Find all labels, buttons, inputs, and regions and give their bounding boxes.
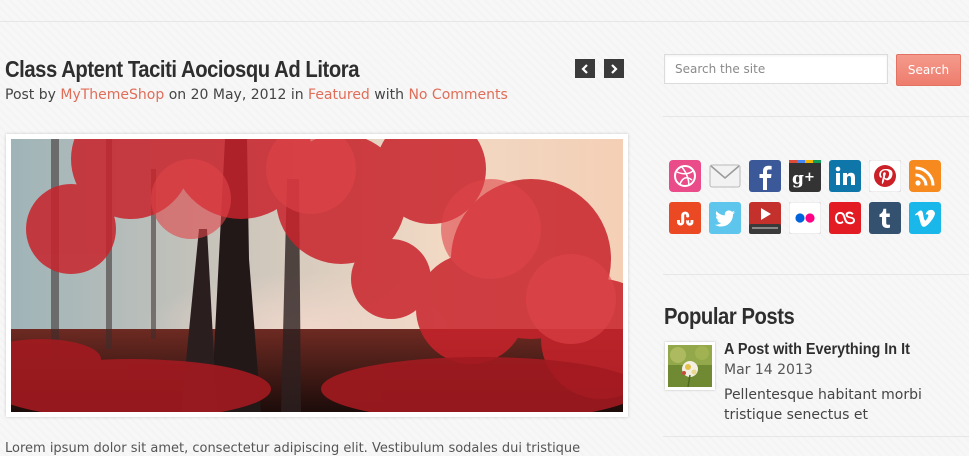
prev-post-button[interactable] — [575, 59, 595, 78]
next-post-button[interactable] — [604, 59, 624, 78]
popular-post-thumbnail[interactable] — [665, 342, 715, 390]
featured-image-frame — [6, 134, 628, 417]
post-meta: Post by MyThemeShop on 20 May, 2012 in F… — [5, 85, 628, 105]
linkedin-icon[interactable] — [829, 160, 861, 192]
popular-posts-heading: Popular Posts — [664, 303, 795, 329]
facebook-icon[interactable] — [749, 160, 781, 192]
popular-post-excerpt: Pellentesque habitant morbi tristique se… — [724, 387, 922, 423]
post-date: 20 May, 2012 — [190, 87, 287, 103]
comments-prefix: with — [374, 87, 404, 103]
popular-post-date: Mar 14 2013 — [724, 362, 813, 378]
tumblr-icon[interactable] — [869, 202, 901, 234]
popular-post-title[interactable]: A Post with Everything In It — [724, 341, 910, 359]
flickr-icon[interactable] — [789, 202, 821, 234]
search-input[interactable] — [664, 54, 888, 84]
pinterest-icon[interactable] — [869, 160, 901, 192]
category-link[interactable]: Featured — [308, 87, 370, 103]
search-button[interactable]: Search — [896, 54, 961, 86]
author-link[interactable]: MyThemeShop — [60, 87, 164, 103]
meta-prefix: Post by — [5, 87, 56, 103]
rss-icon[interactable] — [909, 160, 941, 192]
featured-image[interactable] — [11, 139, 623, 412]
post-body-excerpt: Lorem ipsum dolor sit amet, consectetur … — [5, 441, 581, 456]
sidebar-divider — [663, 436, 969, 437]
category-prefix: in — [290, 87, 304, 103]
youtube-icon[interactable] — [749, 202, 781, 234]
google-plus-icon[interactable]: g + — [789, 160, 821, 192]
vimeo-icon[interactable] — [909, 202, 941, 234]
sidebar-divider — [663, 116, 969, 117]
chevron-right-icon — [611, 63, 618, 74]
post-header: Class Aptent Taciti Aociosqu Ad Litora P… — [5, 55, 628, 105]
stumbleupon-icon[interactable] — [669, 202, 701, 234]
post-navigation — [575, 59, 624, 78]
sidebar: Search g+ — [663, 0, 969, 450]
lastfm-icon[interactable] — [829, 202, 861, 234]
comments-link[interactable]: No Comments — [408, 87, 507, 103]
chevron-left-icon — [581, 63, 588, 74]
email-icon[interactable] — [709, 160, 741, 192]
flower-thumbnail-image — [668, 345, 712, 387]
svg-text:g: g — [792, 169, 804, 189]
twitter-icon[interactable] — [709, 202, 741, 234]
social-icons: g + — [669, 160, 949, 244]
sidebar-divider — [663, 274, 969, 275]
post-title[interactable]: Class Aptent Taciti Aociosqu Ad Litora — [5, 55, 553, 83]
svg-text:+: + — [804, 170, 815, 185]
date-prefix: on — [168, 87, 187, 103]
dribbble-icon[interactable] — [669, 160, 701, 192]
